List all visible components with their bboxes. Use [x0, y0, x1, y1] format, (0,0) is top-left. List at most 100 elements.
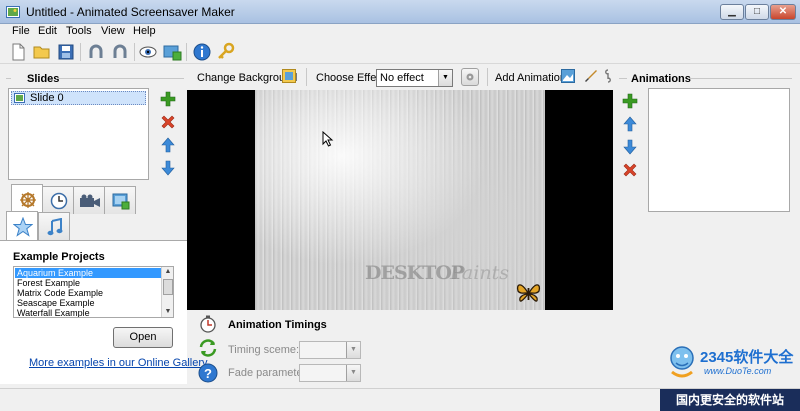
tab-examples[interactable]	[6, 211, 38, 241]
refresh-icon	[199, 339, 217, 357]
key-icon[interactable]	[216, 42, 236, 62]
move-down-icon[interactable]	[160, 160, 176, 176]
minimize-button[interactable]: ▁	[720, 4, 744, 20]
divider	[56, 78, 184, 79]
scroll-up-icon[interactable]: ▲	[163, 267, 173, 277]
tab-music[interactable]	[38, 212, 70, 240]
menu-help[interactable]: Help	[133, 25, 156, 37]
animations-heading: Animations	[631, 73, 691, 85]
tab-settings[interactable]	[11, 184, 43, 214]
butterfly-icon[interactable]	[515, 280, 542, 306]
info-icon[interactable]	[192, 42, 212, 62]
brush-icon[interactable]	[584, 69, 598, 83]
menu-tools[interactable]: Tools	[66, 25, 92, 37]
example-projects-heading: Example Projects	[13, 251, 105, 263]
mascot-logo	[670, 346, 694, 378]
toolbar-separator	[186, 43, 187, 61]
list-item[interactable]: Matrix Code Example	[15, 288, 161, 298]
settings-wheel-icon	[20, 192, 36, 208]
effect-settings-button[interactable]	[461, 68, 479, 86]
scrollbar[interactable]: ▲ ▼	[161, 267, 173, 317]
example-projects-list[interactable]: Aquarium Example Forest Example Matrix C…	[13, 266, 174, 318]
link-icon[interactable]	[604, 69, 612, 83]
divider	[6, 78, 11, 79]
remove-slide-icon[interactable]	[160, 114, 176, 130]
open-button[interactable]: Open	[113, 327, 173, 348]
add-animation-icon[interactable]	[622, 93, 638, 109]
title-bar: Untitled - Animated Screensaver Maker ▁ …	[0, 0, 800, 24]
chevron-down-icon: ▼	[346, 365, 360, 381]
remove-animation-icon[interactable]	[622, 162, 638, 178]
divider	[688, 78, 792, 79]
menu-file[interactable]: File	[12, 25, 30, 37]
timing-scheme-dropdown[interactable]: ▼	[299, 341, 361, 359]
undo-icon[interactable]	[86, 42, 106, 62]
window-title: Untitled - Animated Screensaver Maker	[26, 5, 235, 19]
star-icon	[13, 217, 33, 237]
export-icon[interactable]	[162, 42, 182, 62]
slide-label: Slide 0	[30, 92, 64, 104]
fade-parameter-dropdown[interactable]: ▼	[299, 364, 361, 382]
tab-video[interactable]	[73, 186, 105, 214]
change-background-icon[interactable]	[282, 69, 296, 83]
list-item[interactable]: Slide 0	[11, 91, 146, 105]
tab-timing[interactable]	[42, 186, 74, 214]
divider	[619, 78, 627, 79]
main-toolbar	[0, 40, 800, 64]
slides-list[interactable]: Slide 0	[8, 88, 149, 180]
animation-timings-heading: Animation Timings	[228, 319, 327, 331]
menu-edit[interactable]: Edit	[38, 25, 57, 37]
brand-banner: 国内更安全的软件站	[660, 389, 800, 411]
list-item[interactable]: Forest Example	[15, 278, 161, 288]
slide-image-icon	[14, 93, 25, 103]
menu-bar: File Edit Tools View Help	[0, 24, 800, 40]
preview-eye-icon[interactable]	[138, 42, 158, 62]
fade-parameter-label: Fade parameter:	[228, 367, 310, 379]
add-image-animation-icon[interactable]	[561, 69, 575, 83]
toolbar-separator	[80, 43, 81, 61]
move-down-icon[interactable]	[622, 139, 638, 155]
maximize-button[interactable]: □	[745, 4, 769, 20]
chevron-down-icon: ▼	[438, 70, 452, 86]
music-note-icon	[47, 218, 63, 236]
scroll-down-icon[interactable]: ▼	[163, 307, 173, 317]
brand-logo: 2345软件大全 www.DuoTe.com	[660, 340, 800, 386]
list-item[interactable]: Aquarium Example	[15, 268, 161, 278]
svg-text:?: ?	[204, 366, 212, 381]
mouse-cursor-icon	[322, 131, 334, 147]
gear-icon	[466, 73, 474, 81]
divider	[306, 68, 307, 86]
close-button[interactable]: ✕	[770, 4, 796, 20]
menu-view[interactable]: View	[101, 25, 125, 37]
redo-icon[interactable]	[110, 42, 130, 62]
tab-export[interactable]	[104, 186, 136, 214]
image-export-icon	[112, 193, 130, 210]
effect-dropdown[interactable]: No effect ▼	[376, 69, 453, 87]
add-animation-label[interactable]: Add Animation	[495, 72, 566, 84]
scroll-thumb[interactable]	[163, 279, 173, 295]
watermark-text: Paints	[450, 262, 509, 284]
brand-logo-text: 2345软件大全	[700, 349, 794, 366]
divider	[487, 68, 488, 86]
timing-scheme-label: Timing sceme:	[228, 344, 300, 356]
save-icon[interactable]	[56, 42, 76, 62]
open-folder-icon[interactable]	[32, 42, 52, 62]
add-slide-icon[interactable]	[160, 91, 176, 107]
move-up-icon[interactable]	[160, 137, 176, 153]
brand-url: www.DuoTe.com	[704, 366, 772, 376]
clock-icon	[50, 192, 68, 210]
chevron-down-icon: ▼	[346, 342, 360, 358]
app-icon	[6, 6, 20, 18]
move-up-icon[interactable]	[622, 116, 638, 132]
list-item[interactable]: Waterfall Example	[15, 308, 161, 317]
effect-value: No effect	[380, 72, 424, 84]
online-gallery-link[interactable]: More examples in our Online Gallery	[29, 357, 208, 369]
new-file-icon[interactable]	[8, 42, 28, 62]
slides-heading: Slides	[27, 73, 60, 85]
animations-list[interactable]	[648, 88, 790, 212]
film-camera-icon	[80, 194, 100, 207]
list-item[interactable]: Seascape Example	[15, 298, 161, 308]
help-icon[interactable]: ?	[198, 363, 218, 383]
toolbar-separator	[134, 43, 135, 61]
timer-icon	[200, 315, 216, 333]
